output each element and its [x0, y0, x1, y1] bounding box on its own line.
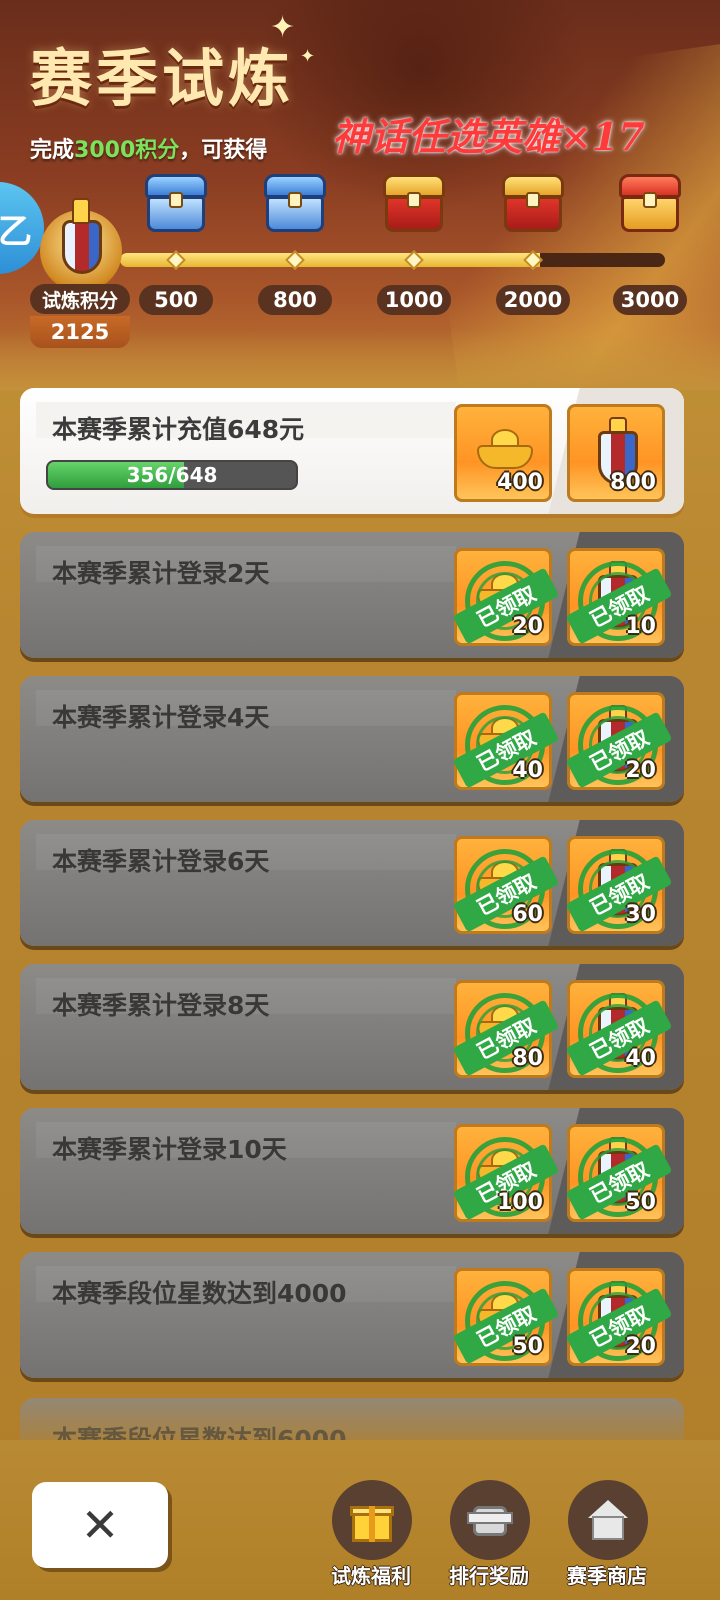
goal-points: 3000积分: [74, 138, 180, 163]
reward-quantity: 800: [610, 470, 656, 495]
nav-season-shop[interactable]: 赛季商店: [552, 1480, 662, 1590]
task-row: 本赛季段位星数达到4000 已领取 50 已领取 20: [20, 1252, 684, 1378]
gift-icon: [332, 1480, 412, 1560]
reward-slot[interactable]: 已领取 10: [565, 548, 673, 646]
reward-quantity: 50: [625, 1190, 656, 1215]
gold-chest-icon[interactable]: [500, 174, 566, 232]
reward-quantity: 10: [625, 614, 656, 639]
reward-quantity: 20: [625, 1334, 656, 1359]
nav-label: 试炼福利: [331, 1564, 411, 1588]
close-button[interactable]: ✕: [32, 1482, 168, 1568]
reward-quantity: 100: [497, 1190, 543, 1215]
task-title: 本赛季累计登录10天: [52, 1135, 287, 1164]
shop-icon: [568, 1480, 648, 1560]
task-title: 本赛季累计登录4天: [52, 703, 270, 732]
close-icon: ✕: [80, 1498, 120, 1552]
milestone-threshold: 2000: [496, 285, 570, 315]
gold-chest-icon[interactable]: [381, 174, 447, 232]
score-value: 2125: [30, 316, 130, 348]
reward-slot[interactable]: 已领取 50: [452, 1268, 560, 1366]
blue-chest-icon[interactable]: [143, 174, 209, 232]
task-title: 本赛季累计充值648元: [52, 415, 305, 444]
grand-reward-text: 神话任选英雄×17: [332, 114, 645, 159]
reward-slot[interactable]: 已领取 40: [565, 980, 673, 1078]
red-chest-icon[interactable]: [617, 174, 683, 232]
trial-goal-text: 完成3000积分，可获得: [30, 132, 267, 164]
reward-slot[interactable]: 已领取 20: [565, 1268, 673, 1366]
reward-slot[interactable]: 已领取 20: [565, 692, 673, 790]
reward-quantity: 60: [512, 902, 543, 927]
sparkle-icon: ✦: [300, 46, 316, 67]
reward-slot[interactable]: 400: [454, 404, 552, 502]
reward-quantity: 50: [512, 1334, 543, 1359]
task-title: 本赛季累计登录8天: [52, 991, 270, 1020]
task-title: 本赛季段位星数达到4000: [52, 1279, 347, 1308]
ribbon-chest-icon: [450, 1480, 530, 1560]
nav-ranking-rewards[interactable]: 排行奖励: [434, 1480, 544, 1590]
reward-slot[interactable]: 已领取 60: [452, 836, 560, 934]
milestone-threshold: 1000: [377, 285, 451, 315]
reward-quantity: 30: [625, 902, 656, 927]
task-row: 本赛季累计登录6天 已领取 60 已领取 30: [20, 820, 684, 946]
reward-slot[interactable]: 已领取 80: [452, 980, 560, 1078]
task-row: 本赛季累计充值648元 356/648 400 800: [20, 388, 684, 514]
side-tab-label: 乙: [0, 211, 32, 252]
task-progress-text: 356/648: [126, 463, 218, 487]
milestone-threshold: 800: [258, 285, 332, 315]
page-title: 赛季试炼: [30, 42, 295, 115]
nav-label: 赛季商店: [567, 1564, 647, 1588]
reward-quantity: 400: [497, 470, 543, 495]
task-title: 本赛季累计登录6天: [52, 847, 270, 876]
reward-quantity: 20: [625, 758, 656, 783]
nav-label: 排行奖励: [449, 1564, 529, 1588]
task-row: 本赛季累计登录2天 已领取 20 已领取 10: [20, 532, 684, 658]
reward-slot[interactable]: 已领取 20: [452, 548, 560, 646]
sparkle-icon: ✦: [270, 10, 296, 45]
reward-slot[interactable]: 已领取 40: [452, 692, 560, 790]
trial-medal-icon: [38, 196, 124, 292]
reward-quantity: 40: [625, 1046, 656, 1071]
goal-suffix: ，可获得: [179, 138, 268, 163]
reward-slot[interactable]: 已领取 100: [452, 1124, 560, 1222]
task-row: 本赛季累计登录4天 已领取 40 已领取 20: [20, 676, 684, 802]
goal-prefix: 完成: [30, 138, 75, 163]
reward-quantity: 40: [512, 758, 543, 783]
reward-slot[interactable]: 800: [567, 404, 665, 502]
reward-slot[interactable]: 已领取 30: [565, 836, 673, 934]
blue-chest-icon[interactable]: [262, 174, 328, 232]
task-row: 本赛季累计登录8天 已领取 80 已领取 40: [20, 964, 684, 1090]
task-progress-bar: 356/648: [46, 460, 298, 490]
gold-ingot-icon: [477, 429, 533, 471]
reward-slot[interactable]: 已领取 50: [565, 1124, 673, 1222]
reward-quantity: 20: [512, 614, 543, 639]
reward-quantity: 80: [512, 1046, 543, 1071]
score-label: 试炼积分: [30, 284, 130, 314]
milestone-threshold: 3000: [613, 285, 687, 315]
nav-trial-welfare[interactable]: 试炼福利: [316, 1480, 426, 1590]
task-row: 本赛季累计登录10天 已领取 100 已领取 50: [20, 1108, 684, 1234]
task-title: 本赛季累计登录2天: [52, 559, 270, 588]
milestone-threshold: 500: [139, 285, 213, 315]
